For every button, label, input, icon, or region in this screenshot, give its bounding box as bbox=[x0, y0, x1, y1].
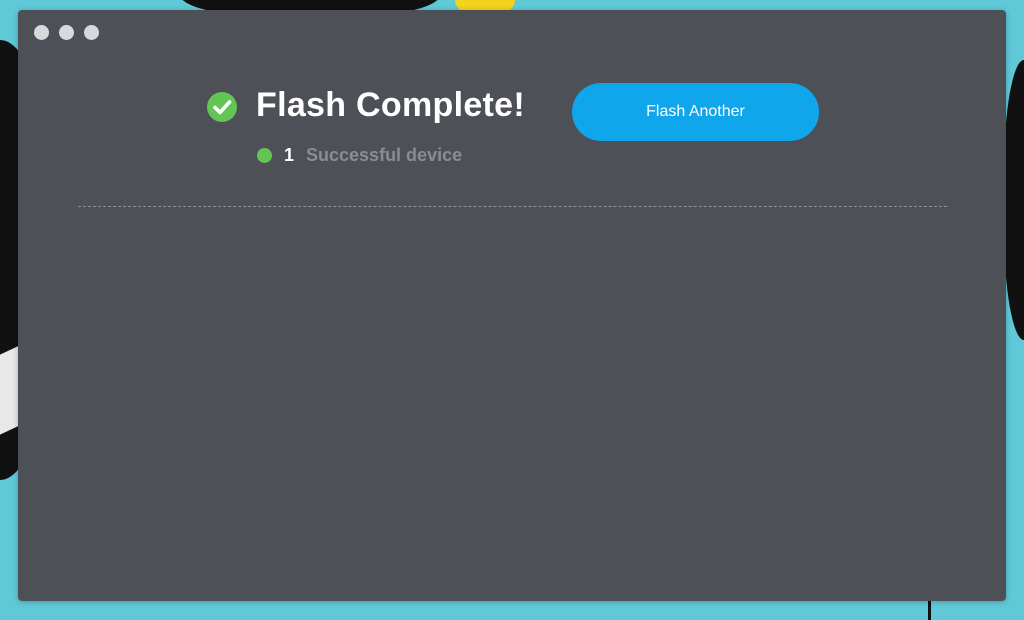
wallpaper-shape bbox=[1004, 60, 1024, 340]
success-label: Successful device bbox=[306, 145, 463, 165]
window-controls bbox=[34, 25, 99, 40]
divider bbox=[78, 206, 947, 207]
flash-complete-title: Flash Complete! bbox=[256, 86, 525, 124]
success-dot-icon bbox=[257, 148, 272, 163]
check-circle-icon bbox=[207, 92, 237, 122]
success-status: 1 Successful device bbox=[257, 145, 462, 166]
minimize-window-button[interactable] bbox=[59, 25, 74, 40]
success-count: 1 bbox=[284, 145, 295, 165]
flash-another-button[interactable]: Flash Another bbox=[572, 83, 819, 141]
desktop-background: Flash Complete! 1 Successful device Flas… bbox=[0, 0, 1024, 620]
maximize-window-button[interactable] bbox=[84, 25, 99, 40]
close-window-button[interactable] bbox=[34, 25, 49, 40]
app-window: Flash Complete! 1 Successful device Flas… bbox=[18, 10, 1006, 601]
